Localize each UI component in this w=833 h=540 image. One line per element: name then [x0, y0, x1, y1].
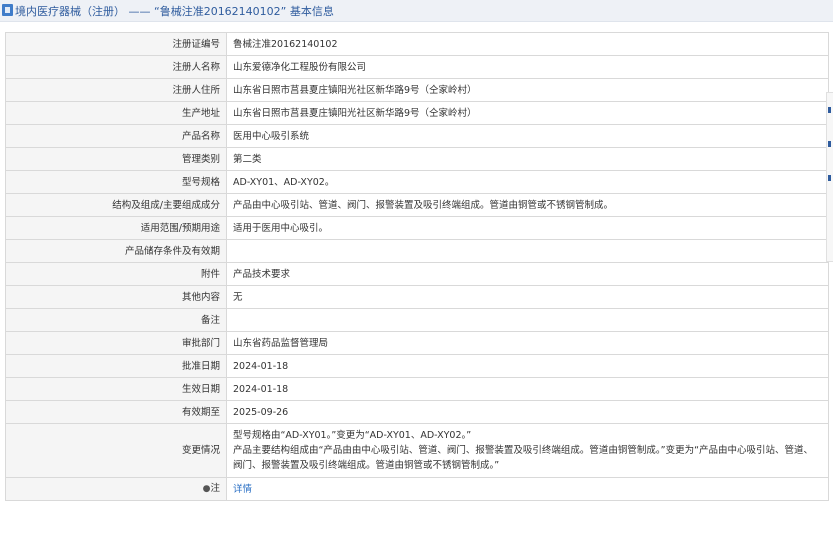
details-link[interactable]: 详情 — [233, 484, 252, 495]
table-row: 批准日期 2024-01-18 — [5, 354, 829, 378]
table-row: 注册人住所 山东省日照市莒县夏庄镇阳光社区新华路9号（仝家岭村） — [5, 78, 829, 102]
registration-info-table: 注册证编号 鲁械注准20162140102 注册人名称 山东爱德净化工程股份有限公司注… — [5, 32, 829, 501]
table-row-note: ●注 详情 — [5, 477, 829, 501]
table-row: 备注 — [5, 308, 829, 332]
side-toolbar-marker — [828, 175, 831, 181]
note-value: 详情 — [226, 477, 829, 501]
table-row: 注册证编号 鲁械注准20162140102 — [5, 32, 829, 56]
field-value: 第二类 — [226, 147, 829, 171]
table-row: 适用范围/预期用途 适用于医用中心吸引。 — [5, 216, 829, 240]
field-value: 2025-09-26 — [226, 400, 829, 424]
document-icon — [2, 4, 13, 16]
field-value: 山东省日照市莒县夏庄镇阳光社区新华路9号（仝家岭村） — [226, 78, 829, 102]
field-label: 注册人住所 — [5, 78, 227, 102]
table-row: 产品名称 医用中心吸引系统 — [5, 124, 829, 148]
table-row: 有效期至 2025-09-26 — [5, 400, 829, 424]
table-row: 注册人名称 山东爱德净化工程股份有限公司 — [5, 55, 829, 79]
side-toolbar-marker — [828, 107, 831, 113]
table-row: 型号规格 AD-XY01、AD-XY02。 — [5, 170, 829, 194]
field-value: 2024-01-18 — [226, 377, 829, 401]
field-value: 产品技术要求 — [226, 262, 829, 286]
table-row: 附件 产品技术要求 — [5, 262, 829, 286]
table-row: 审批部门 山东省药品监督管理局 — [5, 331, 829, 355]
field-label: 备注 — [5, 308, 227, 332]
field-label: 适用范围/预期用途 — [5, 216, 227, 240]
field-value: 2024-01-18 — [226, 354, 829, 378]
field-label: 审批部门 — [5, 331, 227, 355]
field-label: 注册人名称 — [5, 55, 227, 79]
field-value: 医用中心吸引系统 — [226, 124, 829, 148]
change-line: 型号规格由“AD-XY01。”变更为“AD-XY01、AD-XY02。” — [233, 430, 472, 441]
field-label: 产品储存条件及有效期 — [5, 239, 227, 263]
field-label: 产品名称 — [5, 124, 227, 148]
table-row-changes: 变更情况 型号规格由“AD-XY01。”变更为“AD-XY01、AD-XY02。”… — [5, 423, 829, 478]
page-header: 境内医疗器械（注册） —— “鲁械注准20162140102” 基本信息 — [0, 0, 833, 22]
side-toolbar[interactable] — [826, 92, 833, 262]
field-value: 山东省日照市莒县夏庄镇阳光社区新华路9号（仝家岭村） — [226, 101, 829, 125]
field-value: 适用于医用中心吸引。 — [226, 216, 829, 240]
field-value: 无 — [226, 285, 829, 309]
field-label: 其他内容 — [5, 285, 227, 309]
field-value: 鲁械注准20162140102 — [226, 32, 829, 56]
table-row: 生效日期 2024-01-18 — [5, 377, 829, 401]
table-row: 管理类别 第二类 — [5, 147, 829, 171]
change-line: 产品主要结构组成由“产品由由中心吸引站、管道、阀门、报警装置及吸引终端组成。管道… — [233, 445, 814, 471]
field-value — [226, 239, 829, 263]
field-label: 生效日期 — [5, 377, 227, 401]
field-value: 山东爱德净化工程股份有限公司 — [226, 55, 829, 79]
note-label: 注 — [210, 483, 220, 494]
page-title: 境内医疗器械（注册） —— “鲁械注准20162140102” 基本信息 — [15, 5, 334, 18]
field-label: 变更情况 — [5, 423, 227, 478]
field-label: 生产地址 — [5, 101, 227, 125]
table-row: 生产地址 山东省日照市莒县夏庄镇阳光社区新华路9号（仝家岭村） — [5, 101, 829, 125]
field-label: 结构及组成/主要组成成分 — [5, 193, 227, 217]
field-value: 产品由中心吸引站、管道、阀门、报警装置及吸引终端组成。管道由铜管或不锈钢管制成。 — [226, 193, 829, 217]
field-label: ●注 — [5, 477, 227, 501]
field-value: 山东省药品监督管理局 — [226, 331, 829, 355]
field-label: 附件 — [5, 262, 227, 286]
field-value: AD-XY01、AD-XY02。 — [226, 170, 829, 194]
change-history-value: 型号规格由“AD-XY01。”变更为“AD-XY01、AD-XY02。” 产品主要… — [226, 423, 829, 478]
table-row: 产品储存条件及有效期 — [5, 239, 829, 263]
field-label: 批准日期 — [5, 354, 227, 378]
table-row: 其他内容无 — [5, 285, 829, 309]
field-label: 管理类别 — [5, 147, 227, 171]
field-label: 注册证编号 — [5, 32, 227, 56]
field-value — [226, 308, 829, 332]
side-toolbar-marker — [828, 141, 831, 147]
field-label: 有效期至 — [5, 400, 227, 424]
table-row: 结构及组成/主要组成成分 产品由中心吸引站、管道、阀门、报警装置及吸引终端组成。管… — [5, 193, 829, 217]
field-label: 型号规格 — [5, 170, 227, 194]
